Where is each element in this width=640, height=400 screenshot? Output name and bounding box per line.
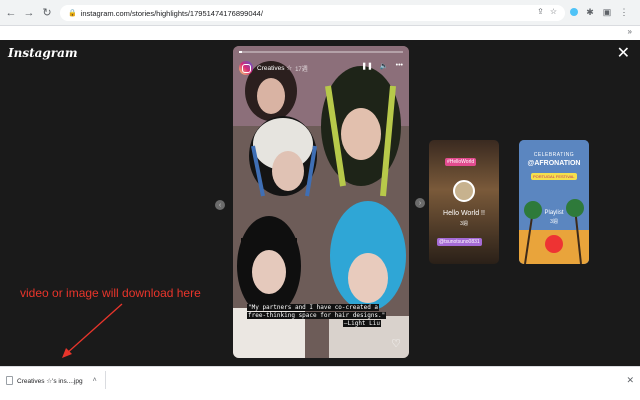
- chevron-down-icon[interactable]: »: [628, 27, 632, 36]
- thumb-title: Hello World !!: [443, 210, 485, 217]
- puzzle-icon[interactable]: ✱: [585, 7, 595, 17]
- close-icon[interactable]: ✕: [617, 46, 630, 62]
- thumb-top: CELEBRATING: [533, 152, 575, 158]
- download-item[interactable]: Creatives ☆'s ins....jpg ˄: [6, 376, 97, 385]
- address-bar[interactable]: 🔒 instagram.com/stories/highlights/17951…: [60, 5, 565, 21]
- story-time: 17週: [295, 66, 308, 73]
- pause-icon[interactable]: ❚❚: [361, 62, 373, 70]
- bookmarks-strip: [0, 26, 640, 40]
- browser-toolbar: ← → ↻ ⌂ 🔒 instagram.com/stories/highligh…: [0, 0, 640, 26]
- thumb-tag: #HelloWorld: [445, 158, 477, 166]
- thumb-brand: @AFRONATION: [527, 160, 581, 167]
- story-avatar[interactable]: [239, 61, 253, 75]
- chevron-up-icon[interactable]: ˄: [93, 377, 97, 384]
- story-viewer: Instagram ✕ Creatives ☆ 17週 ❚❚ 🔈 ••• "My…: [0, 40, 640, 366]
- star-icon[interactable]: ☆: [550, 7, 557, 16]
- lock-icon: 🔒: [68, 10, 77, 17]
- caption-line: —Light Liu: [342, 320, 381, 327]
- heart-icon[interactable]: ♡: [391, 337, 401, 350]
- thumb-sub: PORTUGAL FESTIVAL: [531, 173, 577, 180]
- instagram-logo[interactable]: Instagram: [8, 46, 78, 60]
- story-username[interactable]: Creatives ☆: [257, 64, 292, 72]
- forward-icon[interactable]: →: [22, 6, 36, 20]
- thumb-handle: @tsunotsuno0831: [437, 238, 482, 246]
- thumb-avatar: [453, 180, 475, 202]
- file-icon: [6, 376, 13, 385]
- thumb-subtitle: 3週: [550, 219, 558, 225]
- story-header: Creatives ☆ 17週 ❚❚ 🔈 •••: [239, 60, 403, 76]
- caption-line: "My partners and I have co-created a: [247, 304, 380, 311]
- close-icon[interactable]: ✕: [626, 375, 634, 386]
- more-icon[interactable]: •••: [396, 62, 403, 70]
- story-progress-fill: [239, 51, 243, 53]
- reload-icon[interactable]: ↻: [40, 6, 54, 20]
- thumb-playlist: Playlist: [544, 210, 564, 216]
- url-text: instagram.com/stories/highlights/1795147…: [80, 8, 263, 18]
- back-icon[interactable]: ←: [4, 6, 18, 20]
- next-arrow-icon[interactable]: ›: [415, 198, 425, 208]
- next-story-thumbnail[interactable]: #HelloWorld Hello World !! 3週 @tsunotsun…: [429, 140, 499, 264]
- story-caption: "My partners and I have co-created a fre…: [247, 304, 397, 328]
- thumb-subtitle: 3週: [460, 221, 468, 227]
- story-card[interactable]: Creatives ☆ 17週 ❚❚ 🔈 ••• "My partners an…: [233, 46, 409, 358]
- divider: [105, 371, 106, 389]
- sidebar-icon[interactable]: ▣: [602, 7, 612, 17]
- caption-line: free-thinking space for hair designs.": [247, 312, 387, 319]
- download-filename[interactable]: Creatives ☆'s ins....jpg: [17, 377, 83, 385]
- next-story-thumbnail[interactable]: CELEBRATING @AFRONATION PORTUGAL FESTIVA…: [519, 140, 589, 264]
- download-bar: Creatives ☆'s ins....jpg ˄ ✕: [0, 366, 640, 400]
- extension-icon[interactable]: [570, 8, 578, 16]
- prev-arrow-icon[interactable]: ‹: [215, 200, 225, 210]
- story-progress: [239, 51, 403, 53]
- annotation-arrow-icon: [62, 303, 123, 358]
- mute-icon[interactable]: 🔈: [380, 62, 389, 70]
- menu-icon[interactable]: ⋮: [619, 7, 629, 17]
- thumb-palm-image: [519, 140, 589, 264]
- share-icon[interactable]: ⇪: [537, 7, 544, 16]
- download-annotation: video or image will download here: [20, 286, 201, 300]
